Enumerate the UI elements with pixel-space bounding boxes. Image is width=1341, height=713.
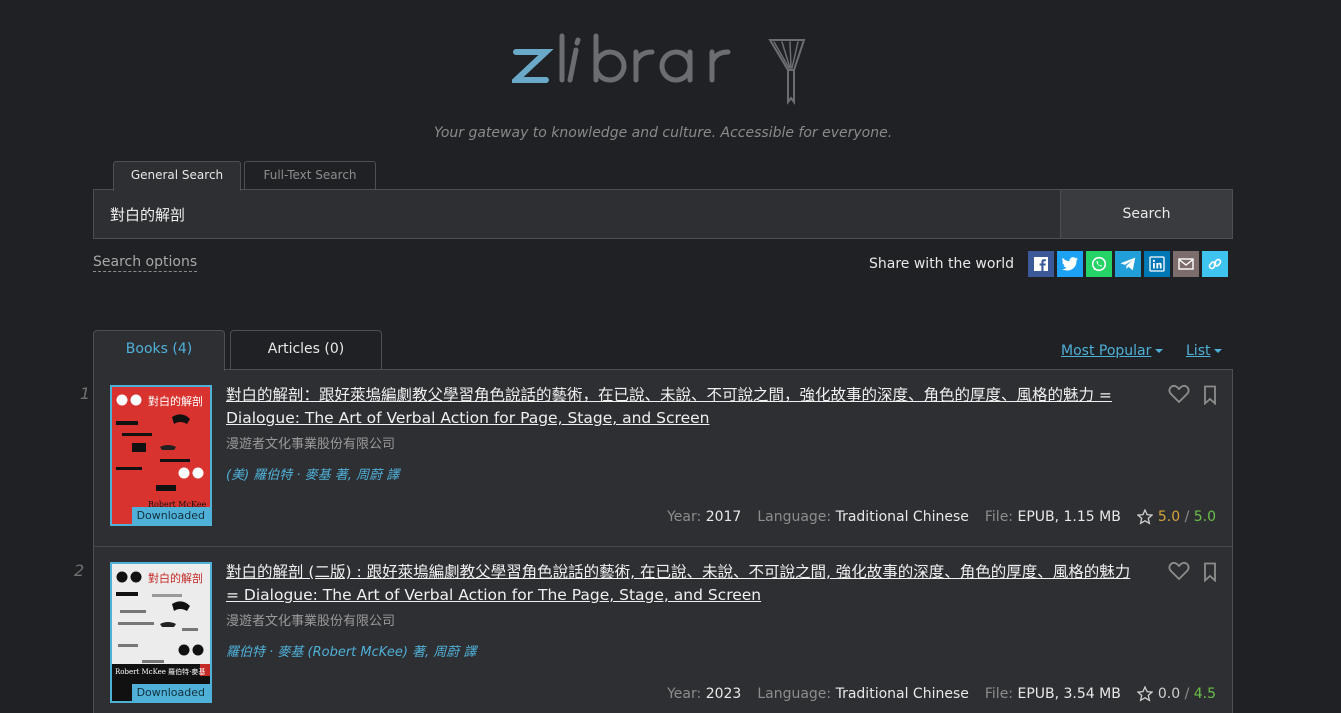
file-label: File: xyxy=(984,686,1014,702)
file-label: File: xyxy=(984,509,1014,525)
search-button[interactable]: Search xyxy=(1060,190,1232,238)
year-label: Year: xyxy=(667,686,702,702)
book-year: 2017 xyxy=(705,509,742,525)
rating-user: 0.0 xyxy=(1157,686,1181,702)
search-bar: Search xyxy=(93,189,1233,239)
downloaded-badge: Downloaded xyxy=(131,684,210,701)
cover-title-text: 對白的解剖 xyxy=(148,571,203,585)
book-authors[interactable]: (美) 羅伯特 · 麥基 著, 周蔚 譯 xyxy=(226,464,399,483)
share-label: Share with the world xyxy=(869,256,1014,272)
downloaded-badge: Downloaded xyxy=(131,507,210,524)
book-language: Traditional Chinese xyxy=(835,509,969,525)
rating-quality: 5.0 xyxy=(1193,509,1216,525)
rating-user: 5.0 xyxy=(1157,509,1181,525)
heart-icon[interactable] xyxy=(1168,384,1190,404)
twitter-icon[interactable] xyxy=(1057,251,1083,277)
book-title-link[interactable]: 對白的解剖：跟好萊塢編劇教父學習角色說話的藝術，在已說、未說、不可說之間，強化故… xyxy=(226,384,1146,430)
bookmark-icon[interactable] xyxy=(1202,385,1218,405)
book-language: Traditional Chinese xyxy=(835,686,969,702)
language-label: Language: xyxy=(757,686,832,702)
sort-dropdown[interactable]: Most Popular xyxy=(1061,343,1164,359)
year-label: Year: xyxy=(667,509,702,525)
caret-down-icon xyxy=(1155,349,1164,353)
result-index: 1 xyxy=(80,384,91,403)
bookmark-icon[interactable] xyxy=(1202,562,1218,582)
sort-label: Most Popular xyxy=(1061,343,1152,359)
zlibrary-logo[interactable] xyxy=(512,30,822,108)
star-icon xyxy=(1136,509,1153,525)
tab-articles[interactable]: Articles (0) xyxy=(230,330,382,370)
facebook-icon[interactable] xyxy=(1028,251,1054,277)
book-item: 2 對白的解剖 Robert McKee 羅伯特·麥基 Downloaded 對… xyxy=(74,547,1232,713)
book-cover[interactable]: 對白的解剖 Robert McKee 羅伯特·麥基 Downloaded xyxy=(110,562,212,703)
telegram-icon[interactable] xyxy=(1115,251,1141,277)
book-meta: Year: 2017 Language: Traditional Chinese… xyxy=(667,509,1216,525)
book-meta: Year: 2023 Language: Traditional Chinese… xyxy=(667,686,1216,702)
search-input[interactable] xyxy=(94,190,1060,238)
book-year: 2023 xyxy=(705,686,742,702)
tab-full-text-search[interactable]: Full-Text Search xyxy=(244,161,376,191)
tab-books[interactable]: Books (4) xyxy=(93,330,225,371)
book-title-link[interactable]: 對白的解剖 (二版) : 跟好萊塢編劇教父學習角色說話的藝術, 在已說、未說、不… xyxy=(226,561,1146,607)
cover-author-text: Robert McKee 羅伯特·麥基 xyxy=(115,667,205,676)
email-icon[interactable] xyxy=(1173,251,1199,277)
book-file: EPUB, 1.15 MB xyxy=(1017,509,1121,525)
book-publisher[interactable]: 漫遊者文化事業股份有限公司 xyxy=(226,433,395,452)
book-authors[interactable]: 羅伯特 · 麥基 (Robert McKee) 著, 周蔚 譯 xyxy=(226,641,476,660)
search-options-link[interactable]: Search options xyxy=(93,254,198,272)
caret-down-icon xyxy=(1214,349,1223,353)
linkedin-icon[interactable] xyxy=(1144,251,1170,277)
rating-separator: / xyxy=(1184,509,1190,525)
book-publisher[interactable]: 漫遊者文化事業股份有限公司 xyxy=(226,610,395,629)
view-dropdown[interactable]: List xyxy=(1186,343,1223,359)
share-buttons xyxy=(1028,251,1228,277)
book-cover[interactable]: 對白的解剖 Robert McKee Downloaded xyxy=(110,385,212,526)
view-label: List xyxy=(1186,343,1211,359)
cover-title-text: 對白的解剖 xyxy=(148,394,203,408)
star-icon xyxy=(1136,686,1153,702)
book-item: 1 對白的解剖 Robert McKee Downloaded 對白的解剖：跟好… xyxy=(80,370,1232,547)
language-label: Language: xyxy=(757,509,832,525)
tagline: Your gateway to knowledge and culture. A… xyxy=(433,125,893,141)
heart-icon[interactable] xyxy=(1168,561,1190,581)
tab-general-search[interactable]: General Search xyxy=(113,161,241,191)
result-index: 2 xyxy=(74,561,85,580)
whatsapp-icon[interactable] xyxy=(1086,251,1112,277)
link-icon[interactable] xyxy=(1202,251,1228,277)
results-list: 1 對白的解剖 Robert McKee Downloaded 對白的解剖：跟好… xyxy=(74,369,1233,713)
rating-quality: 4.5 xyxy=(1193,686,1216,702)
book-file: EPUB, 3.54 MB xyxy=(1017,686,1121,702)
rating-separator: / xyxy=(1184,686,1190,702)
